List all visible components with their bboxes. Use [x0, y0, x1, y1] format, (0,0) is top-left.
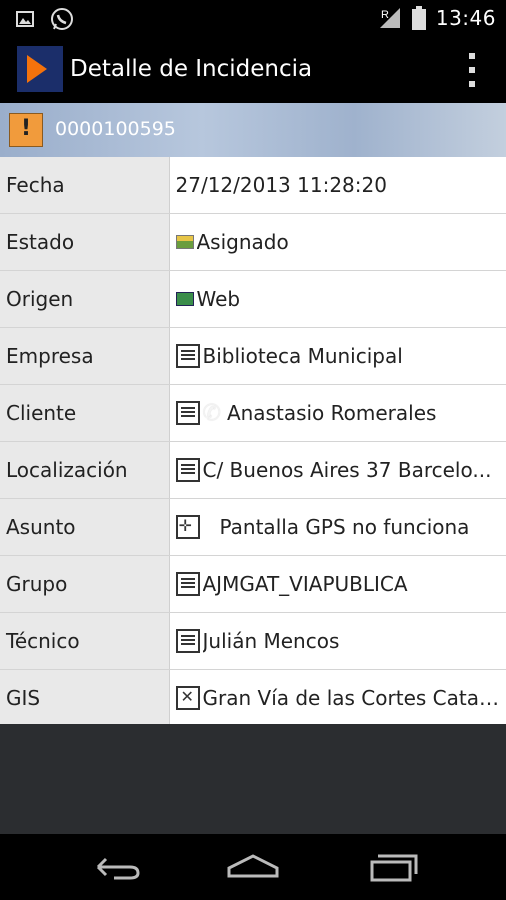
whatsapp-icon: [51, 8, 73, 30]
empty-area: [0, 724, 506, 834]
document-icon[interactable]: [175, 572, 200, 596]
document-icon[interactable]: [175, 401, 200, 425]
navigation-bar: [0, 834, 506, 900]
detail-row-grupo[interactable]: Grupo AJMGAT_VIAPUBLICA: [0, 555, 506, 613]
details-table: Fecha 27/12/2013 11:28:20 Estado Asignad…: [0, 157, 506, 727]
document-icon[interactable]: [175, 458, 200, 482]
detail-label: Empresa: [0, 327, 170, 385]
status-flag-icon: [175, 235, 194, 249]
detail-row-cliente[interactable]: Cliente ✆ Anastasio Romerales: [0, 384, 506, 442]
detail-row-origen[interactable]: Origen Web: [0, 270, 506, 328]
detail-label: Estado: [0, 213, 170, 271]
detail-value: Julián Mencos: [202, 629, 340, 653]
computer-icon: [175, 292, 194, 306]
detail-value: C/ Buenos Aires 37 Barcelo...: [202, 458, 492, 482]
recents-icon[interactable]: [364, 850, 424, 884]
detail-value: Web: [196, 287, 241, 311]
detail-value: Anastasio Romerales: [226, 401, 437, 425]
document-icon[interactable]: [175, 344, 200, 368]
detail-value: 27/12/2013 11:28:20: [175, 173, 387, 197]
battery-icon: [411, 6, 426, 30]
detail-row-asunto[interactable]: Asunto Pantalla GPS no funciona: [0, 498, 506, 556]
document-icon[interactable]: [175, 629, 200, 653]
signal-icon: R: [379, 8, 400, 28]
incident-id: 0000100595: [55, 118, 176, 140]
detail-label: Asunto: [0, 498, 170, 556]
detail-row-fecha[interactable]: Fecha 27/12/2013 11:28:20: [0, 157, 506, 214]
move-icon[interactable]: [175, 515, 200, 539]
detail-row-empresa[interactable]: Empresa Biblioteca Municipal: [0, 327, 506, 385]
detail-label: Origen: [0, 270, 170, 328]
image-icon: [16, 11, 34, 27]
detail-label: Fecha: [0, 157, 170, 214]
incident-header: 0000100595: [0, 103, 506, 157]
detail-label: GIS: [0, 669, 170, 727]
back-icon[interactable]: [84, 850, 144, 884]
detail-row-tecnico[interactable]: Técnico Julián Mencos: [0, 612, 506, 670]
svg-text:R: R: [381, 9, 389, 21]
detail-value: Gran Vía de las Cortes Catal...: [202, 686, 501, 710]
status-time: 13:46: [435, 6, 496, 30]
detail-label: Grupo: [0, 555, 170, 613]
phone-icon[interactable]: ✆: [203, 401, 221, 426]
detail-row-estado[interactable]: Estado Asignado: [0, 213, 506, 271]
action-bar: Detalle de Incidencia: [0, 37, 506, 103]
detail-value: Asignado: [196, 230, 289, 254]
detail-value: AJMGAT_VIAPUBLICA: [202, 572, 408, 596]
overflow-menu-icon[interactable]: [466, 53, 478, 87]
status-bar: R 13:46: [0, 0, 506, 37]
detail-label: Técnico: [0, 612, 170, 670]
alert-icon: [9, 113, 43, 147]
detail-label: Localización: [0, 441, 170, 499]
detail-row-gis[interactable]: GIS Gran Vía de las Cortes Catal...: [0, 669, 506, 727]
expand-icon[interactable]: [175, 686, 200, 710]
app-logo-icon[interactable]: [17, 46, 63, 92]
detail-value: Pantalla GPS no funciona: [219, 515, 470, 539]
detail-value: Biblioteca Municipal: [202, 344, 403, 368]
page-title: Detalle de Incidencia: [70, 56, 313, 82]
home-icon[interactable]: [223, 850, 283, 884]
detail-label: Cliente: [0, 384, 170, 442]
detail-row-localizacion[interactable]: Localización C/ Buenos Aires 37 Barcelo.…: [0, 441, 506, 499]
